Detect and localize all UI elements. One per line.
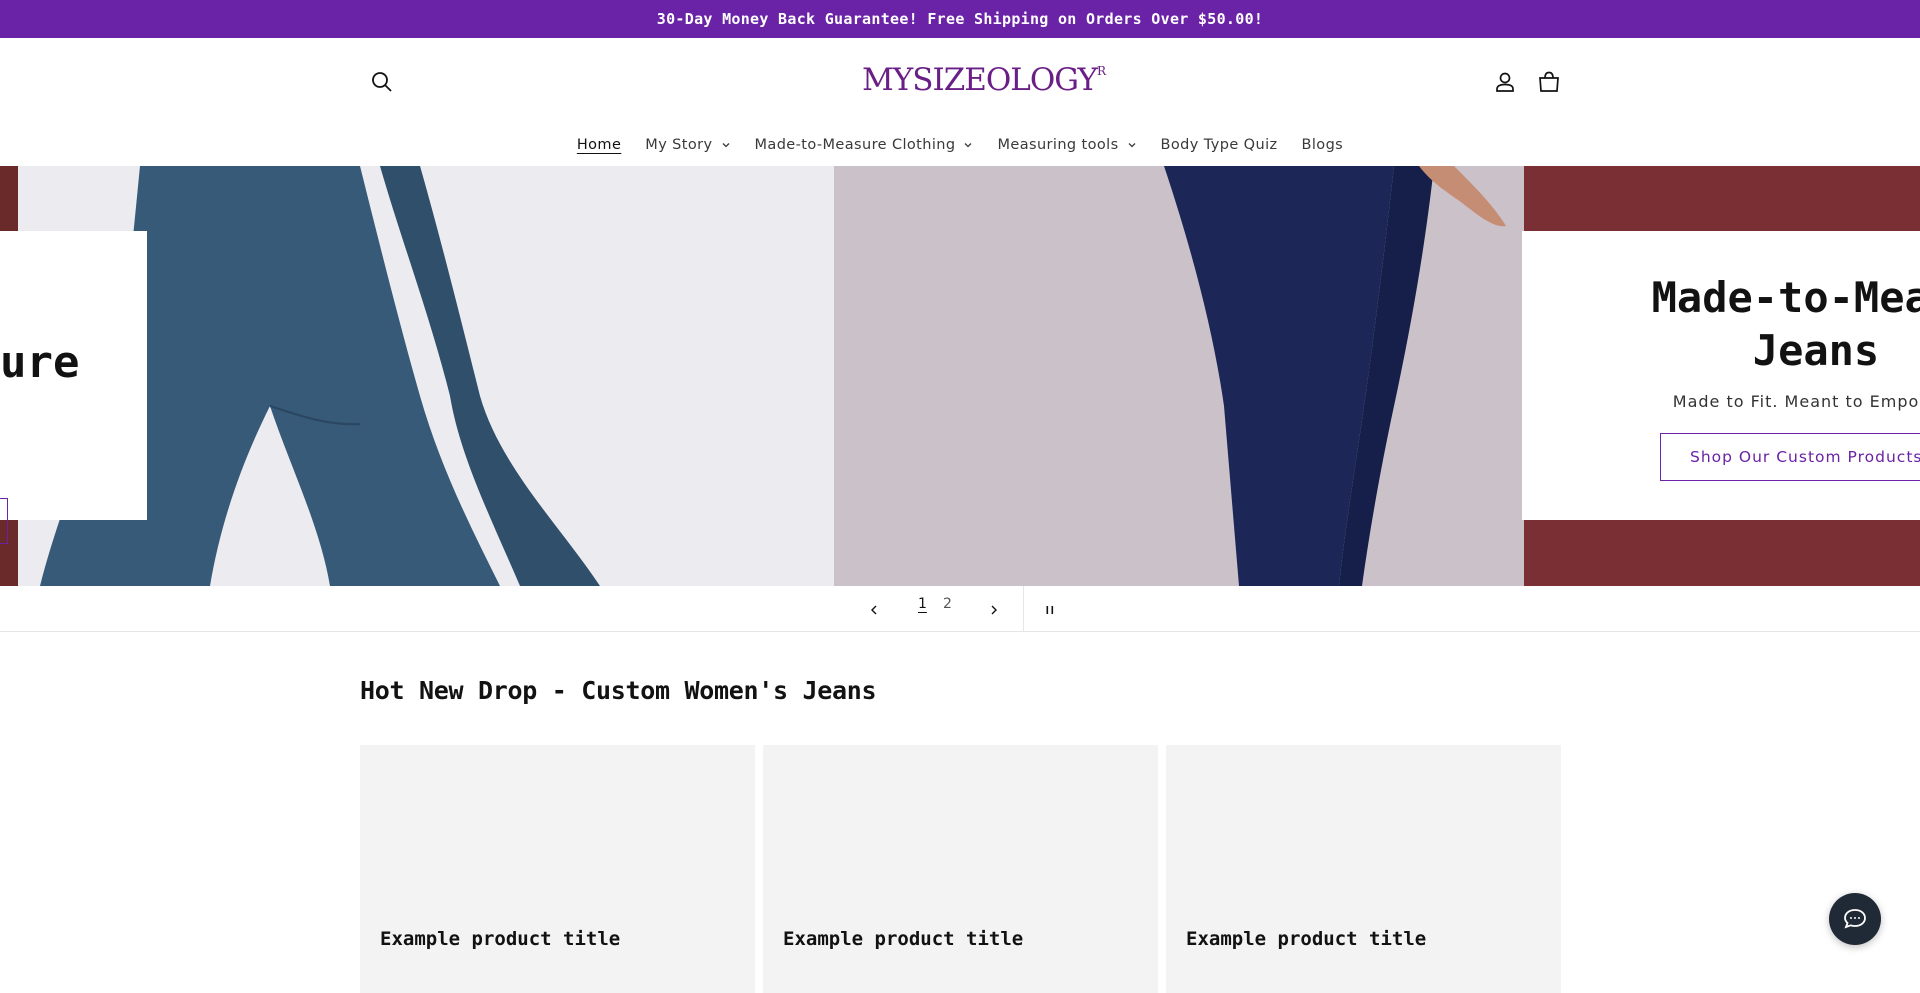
chevron-right-icon bbox=[991, 605, 997, 615]
main-navigation: Home My Story Made-to-Measure Clothing M… bbox=[0, 130, 1920, 160]
product-title[interactable]: Example product title bbox=[783, 928, 1023, 950]
nav-item-my-story[interactable]: My Story bbox=[633, 130, 742, 160]
pause-icon bbox=[1046, 606, 1054, 614]
slide-previous-content-box: ure bbox=[0, 231, 147, 544]
account-button[interactable] bbox=[1492, 69, 1518, 95]
collection-title: Hot New Drop - Custom Women's Jeans bbox=[360, 676, 877, 705]
product-card[interactable]: Example product title bbox=[763, 745, 1158, 993]
chevron-left-icon bbox=[871, 605, 877, 615]
nav-item-label: Made-to-Measure Clothing bbox=[754, 137, 956, 153]
product-card[interactable]: Example product title bbox=[360, 745, 755, 993]
nav-item-label: My Story bbox=[645, 137, 713, 153]
nav-item-body-type-quiz[interactable]: Body Type Quiz bbox=[1149, 130, 1290, 160]
product-title[interactable]: Example product title bbox=[380, 928, 620, 950]
logo-registered-mark: R bbox=[1096, 64, 1107, 78]
chat-widget-button[interactable] bbox=[1829, 893, 1881, 945]
announcement-bar: 30-Day Money Back Guarantee! Free Shippi… bbox=[0, 0, 1920, 38]
cart-button[interactable] bbox=[1536, 69, 1562, 95]
cart-icon bbox=[1539, 71, 1559, 92]
featured-collection: Hot New Drop - Custom Women's Jeans Exam… bbox=[360, 676, 1561, 993]
chevron-down-icon bbox=[965, 143, 972, 148]
pause-slideshow-button[interactable] bbox=[1038, 598, 1062, 622]
slide-current-content-box: Made-to-Measu Jeans Made to Fit. Meant t… bbox=[1522, 231, 1920, 520]
product-title[interactable]: Example product title bbox=[1186, 928, 1426, 950]
chevron-down-icon bbox=[722, 143, 729, 148]
search-button[interactable] bbox=[368, 68, 396, 96]
nav-item-label: Body Type Quiz bbox=[1160, 137, 1278, 153]
nav-item-measuring-tools[interactable]: Measuring tools bbox=[985, 130, 1148, 160]
nav-item-home[interactable]: Home bbox=[565, 130, 633, 160]
hero-slideshow: ure Made-to-Measu Jeans Made to Fit. Mea… bbox=[0, 166, 1920, 586]
slide-dot-2[interactable]: 2 bbox=[943, 596, 952, 612]
nav-item-blogs[interactable]: Blogs bbox=[1290, 130, 1356, 160]
product-card[interactable]: Example product title bbox=[1166, 745, 1561, 993]
logo-text: MYSIZEOLOGY bbox=[862, 62, 1098, 98]
nav-item-made-to-measure-clothing[interactable]: Made-to-Measure Clothing bbox=[743, 130, 986, 160]
search-icon bbox=[372, 72, 392, 92]
shop-custom-products-button[interactable]: Shop Our Custom Products bbox=[1660, 433, 1920, 481]
previous-slide-button[interactable] bbox=[862, 598, 886, 622]
nav-item-label: Blogs bbox=[1301, 137, 1344, 153]
controls-divider bbox=[1023, 586, 1024, 632]
site-header: MYSIZEOLOGY R Home My Story Made-to-Meas… bbox=[0, 38, 1920, 166]
nav-item-label: Measuring tools bbox=[997, 137, 1119, 153]
next-slide-button[interactable] bbox=[982, 598, 1006, 622]
slide-dot-1[interactable]: 1 bbox=[918, 596, 927, 612]
slide-current-subheading: Made to Fit. Meant to Empower! bbox=[1672, 392, 1920, 411]
chevron-down-icon bbox=[1128, 143, 1136, 148]
slide-previous-heading: ure bbox=[0, 337, 80, 388]
slideshow-controls: 1 2 bbox=[0, 586, 1920, 632]
slide-previous-button[interactable] bbox=[0, 498, 8, 544]
chat-icon bbox=[1844, 909, 1866, 929]
slide-previous: ure bbox=[0, 166, 834, 586]
nav-item-label: Home bbox=[576, 137, 622, 153]
announcement-text: 30-Day Money Back Guarantee! Free Shippi… bbox=[656, 10, 1264, 28]
slide-current-heading: Made-to-Measu Jeans bbox=[1651, 273, 1920, 375]
product-grid: Example product title Example product ti… bbox=[360, 745, 1561, 993]
site-logo[interactable]: MYSIZEOLOGY R bbox=[862, 62, 1106, 106]
account-icon bbox=[1496, 72, 1514, 92]
